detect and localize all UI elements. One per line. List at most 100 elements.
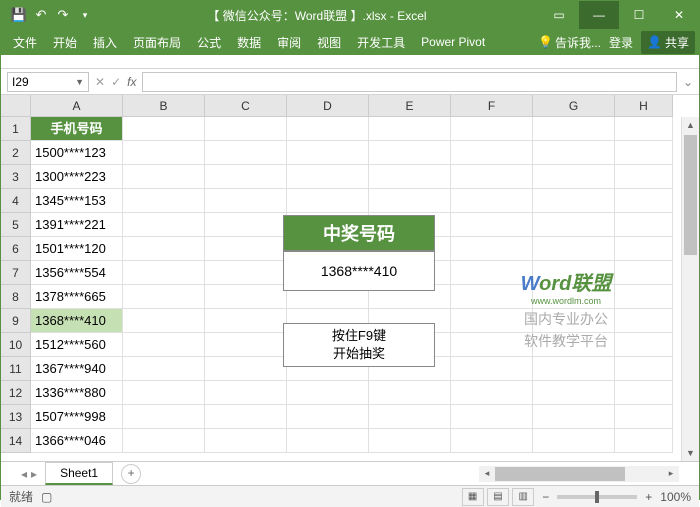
cell[interactable] [615, 213, 673, 237]
cell[interactable] [615, 189, 673, 213]
row-header[interactable]: 2 [1, 141, 31, 165]
cell[interactable] [615, 381, 673, 405]
row-header[interactable]: 13 [1, 405, 31, 429]
cell[interactable] [205, 237, 287, 261]
tell-me[interactable]: 💡告诉我... [538, 34, 601, 51]
cell[interactable]: 1368****410 [31, 309, 123, 333]
cell[interactable] [369, 117, 451, 141]
zoom-in-button[interactable]: + [645, 490, 652, 504]
scroll-thumb[interactable] [684, 135, 697, 255]
col-header[interactable]: B [123, 95, 205, 117]
cell[interactable] [205, 261, 287, 285]
cell[interactable] [615, 117, 673, 141]
cell[interactable]: 1300****223 [31, 165, 123, 189]
scroll-left-icon[interactable]: ◂ [479, 468, 495, 479]
cell[interactable] [533, 381, 615, 405]
col-header[interactable]: G [533, 95, 615, 117]
cell[interactable] [369, 141, 451, 165]
normal-view-icon[interactable]: ▦ [462, 488, 484, 506]
cell[interactable] [369, 285, 451, 309]
minimize-button[interactable]: — [579, 1, 619, 29]
cell[interactable] [123, 141, 205, 165]
cell[interactable] [287, 405, 369, 429]
horizontal-scrollbar[interactable]: ◂ ▸ [479, 466, 679, 482]
col-header[interactable]: C [205, 95, 287, 117]
cell[interactable] [533, 141, 615, 165]
cell[interactable]: 1356****554 [31, 261, 123, 285]
col-header[interactable]: H [615, 95, 673, 117]
cell[interactable] [287, 237, 369, 261]
name-box[interactable]: I29▼ [7, 72, 89, 92]
share-button[interactable]: 👤共享 [641, 31, 695, 54]
tab-view[interactable]: 视图 [309, 30, 349, 55]
cell[interactable]: 1501****120 [31, 237, 123, 261]
cell[interactable]: 1507****998 [31, 405, 123, 429]
cell[interactable] [287, 141, 369, 165]
row-header[interactable]: 5 [1, 213, 31, 237]
scroll-up-icon[interactable]: ▲ [682, 117, 699, 133]
cell[interactable] [369, 405, 451, 429]
row-header[interactable]: 7 [1, 261, 31, 285]
cell[interactable] [205, 117, 287, 141]
col-header[interactable]: A [31, 95, 123, 117]
cell[interactable] [287, 429, 369, 453]
cell[interactable] [369, 357, 451, 381]
row-header[interactable]: 10 [1, 333, 31, 357]
cell[interactable] [123, 213, 205, 237]
cell[interactable] [287, 261, 369, 285]
row-header[interactable]: 14 [1, 429, 31, 453]
zoom-level[interactable]: 100% [660, 490, 691, 504]
file-tab[interactable]: 文件 [5, 30, 45, 55]
col-header[interactable]: F [451, 95, 533, 117]
cell[interactable] [533, 189, 615, 213]
cell[interactable] [451, 429, 533, 453]
hscroll-thumb[interactable] [495, 467, 625, 481]
cell[interactable] [451, 165, 533, 189]
cell[interactable] [287, 165, 369, 189]
cell[interactable] [205, 165, 287, 189]
tab-home[interactable]: 开始 [45, 30, 85, 55]
cell[interactable] [451, 357, 533, 381]
sheet-nav-next-icon[interactable]: ▸ [31, 467, 37, 481]
cell[interactable] [369, 309, 451, 333]
cell[interactable] [123, 405, 205, 429]
tab-formulas[interactable]: 公式 [189, 30, 229, 55]
cell[interactable] [615, 429, 673, 453]
row-header[interactable]: 9 [1, 309, 31, 333]
cell[interactable]: 1345****153 [31, 189, 123, 213]
cell[interactable] [369, 429, 451, 453]
cell[interactable] [369, 165, 451, 189]
scroll-down-icon[interactable]: ▼ [682, 445, 699, 461]
tab-powerpivot[interactable]: Power Pivot [413, 31, 493, 53]
cell[interactable] [615, 165, 673, 189]
cancel-formula-icon[interactable]: ✕ [95, 75, 105, 89]
cell[interactable] [205, 285, 287, 309]
cell[interactable]: 1378****665 [31, 285, 123, 309]
cell[interactable] [369, 261, 451, 285]
cell[interactable] [369, 381, 451, 405]
add-sheet-button[interactable]: + [121, 464, 141, 484]
cell[interactable] [533, 405, 615, 429]
cell[interactable] [205, 405, 287, 429]
cell[interactable]: 1336****880 [31, 381, 123, 405]
cell[interactable]: 1500****123 [31, 141, 123, 165]
cell[interactable] [369, 189, 451, 213]
tab-insert[interactable]: 插入 [85, 30, 125, 55]
cell[interactable] [533, 357, 615, 381]
cell[interactable] [205, 141, 287, 165]
login-button[interactable]: 登录 [601, 30, 641, 55]
select-all-corner[interactable] [1, 95, 31, 117]
row-header[interactable]: 8 [1, 285, 31, 309]
enter-formula-icon[interactable]: ✓ [111, 75, 121, 89]
cell[interactable] [451, 213, 533, 237]
cell[interactable] [123, 429, 205, 453]
col-header[interactable]: D [287, 95, 369, 117]
sheet-tab[interactable]: Sheet1 [45, 462, 113, 485]
qat-dropdown-icon[interactable]: ▾ [75, 5, 95, 25]
tab-dev[interactable]: 开发工具 [349, 30, 413, 55]
fx-icon[interactable]: fx [127, 75, 136, 89]
cell[interactable] [123, 357, 205, 381]
cell[interactable]: 1512****560 [31, 333, 123, 357]
cell[interactable] [123, 237, 205, 261]
cell[interactable] [287, 333, 369, 357]
